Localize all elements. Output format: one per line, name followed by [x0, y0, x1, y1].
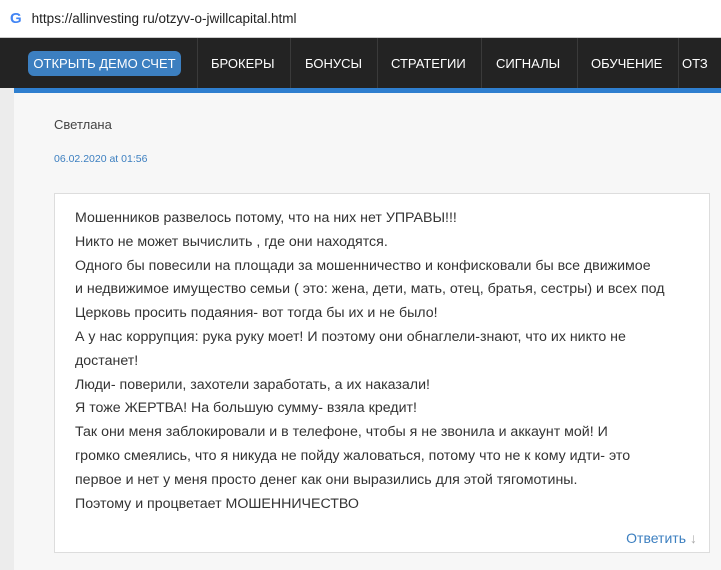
comment-date[interactable]: 06.02.2020 at 01:56: [54, 153, 147, 165]
comment-line: Я тоже ЖЕРТВА! На большую сумму- взяла к…: [75, 400, 417, 417]
arrow-down-icon: ↓: [690, 530, 697, 546]
nav-signals[interactable]: СИГНАЛЫ: [496, 38, 560, 88]
nav-education[interactable]: ОБУЧЕНИЕ: [591, 38, 662, 88]
reply-label[interactable]: Ответить: [626, 530, 686, 546]
comment-text: Мошенников развелось потому, что на них …: [75, 207, 665, 516]
nav-separator: [481, 38, 482, 88]
comment-line: достанет!: [75, 352, 139, 369]
google-icon: G: [10, 10, 22, 27]
comment-line: первое и нет у меня просто денег как они…: [75, 471, 578, 488]
comment-line: Мошенников развелось потому, что на них …: [75, 210, 457, 226]
comment-line: Так они меня заблокировали и в телефоне,…: [75, 424, 608, 441]
nav-separator: [290, 38, 291, 88]
main-nav: ОТКРЫТЬ ДЕМО СЧЕТ БРОКЕРЫ БОНУСЫ СТРАТЕГ…: [0, 38, 721, 88]
comment-author: Светлана: [54, 117, 112, 132]
nav-bonuses[interactable]: БОНУСЫ: [305, 38, 362, 88]
comment-line: Поэтому и процветает МОШЕННИЧЕСТВО: [75, 495, 359, 512]
open-demo-button[interactable]: ОТКРЫТЬ ДЕМО СЧЕТ: [28, 51, 181, 76]
nav-separator: [678, 38, 679, 88]
nav-separator: [377, 38, 378, 88]
comment-line: громко смеялись, что я никуда не пойду ж…: [75, 447, 631, 464]
comment-line: Церковь просить подаяния- вот тогда бы и…: [75, 305, 438, 322]
comment-body: Мошенников развелось потому, что на них …: [54, 193, 710, 553]
comment-line: А у нас коррупция: рука руку моет! И поэ…: [75, 328, 626, 345]
address-bar[interactable]: G https://allinvesting ru/otzyv-o-jwillc…: [0, 0, 721, 38]
comment-line: Никто не может вычислить , где они наход…: [75, 233, 388, 250]
nav-separator: [577, 38, 578, 88]
url-text[interactable]: https://allinvesting ru/otzyv-o-jwillcap…: [32, 11, 297, 26]
nav-brokers[interactable]: БРОКЕРЫ: [211, 38, 274, 88]
comment-line: Одного бы повесили на площади за мошенни…: [75, 257, 651, 274]
comment-line: и недвижимое имущество семьи ( это: жена…: [75, 281, 665, 298]
reply-link[interactable]: Ответить ↓: [626, 530, 697, 546]
comment-line: Люди- поверили, захотели заработать, а и…: [75, 376, 430, 393]
nav-reviews[interactable]: ОТЗ: [682, 38, 708, 88]
nav-separator: [197, 38, 198, 88]
nav-strategies[interactable]: СТРАТЕГИИ: [391, 38, 466, 88]
